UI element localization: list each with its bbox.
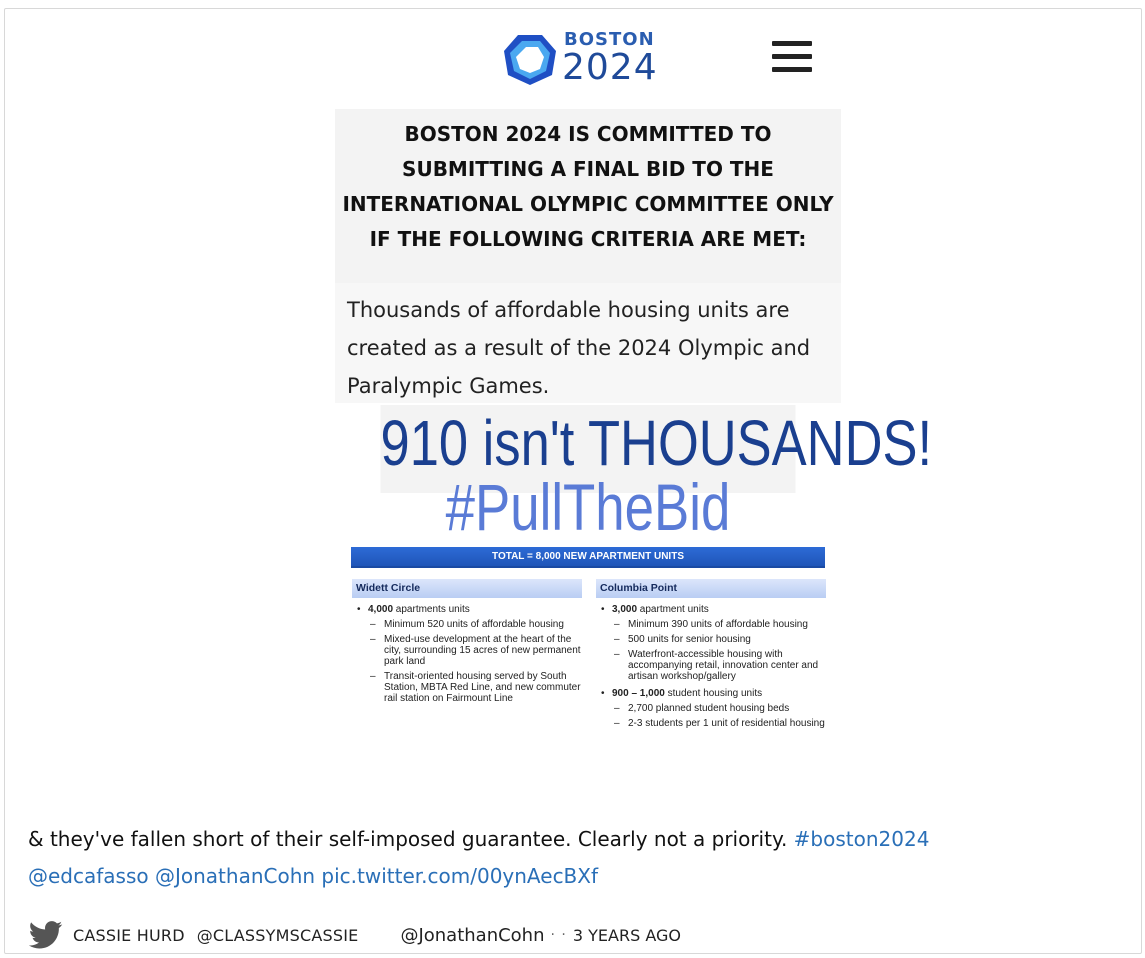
slogan-hashtag: #PullTheBid — [445, 470, 731, 544]
author-name[interactable]: CASSIE HURD — [73, 926, 185, 945]
bullet-item: 3,000 apartment units — [600, 604, 826, 615]
mention-link[interactable]: @JonathanCohn — [155, 864, 315, 888]
sub-item: 2,700 planned student housing beds — [614, 703, 826, 714]
widett-circle-column: Widett Circle 4,000 apartments units Min… — [352, 579, 582, 704]
sub-item: Minimum 520 units of affordable housing — [370, 619, 582, 630]
sub-item: 500 units for senior housing — [614, 634, 826, 645]
tweet-image[interactable]: BOSTON 2024 BOSTON 2024 IS COMMITTED TO … — [335, 21, 932, 761]
commitment-statement: BOSTON 2024 IS COMMITTED TO SUBMITTING A… — [335, 109, 841, 283]
columbia-point-column: Columbia Point 3,000 apartment units Min… — [596, 579, 826, 729]
twitter-bird-icon[interactable] — [29, 921, 63, 949]
pic-link[interactable]: pic.twitter.com/00ynAecBXf — [321, 864, 598, 888]
total-units-banner: TOTAL = 8,000 NEW APARTMENT UNITS — [351, 547, 825, 568]
criterion-text: Thousands of affordable housing units ar… — [335, 283, 841, 403]
tweet-body: & they've fallen short of their self-imp… — [28, 827, 794, 851]
separator-dots: · · — [550, 927, 567, 943]
hashtag-link[interactable]: #boston2024 — [794, 827, 930, 851]
logo-year: 2024 — [562, 47, 658, 88]
sub-item: 2-3 students per 1 unit of residential h… — [614, 718, 826, 729]
logo-mark-icon — [504, 35, 556, 85]
sub-item: Mixed-use development at the heart of th… — [370, 634, 582, 667]
reply-to-handle[interactable]: @JonathanCohn — [400, 925, 544, 946]
column-title: Widett Circle — [352, 579, 582, 598]
tweet-footer: CASSIE HURD @CLASSYMSCASSIE @JonathanCoh… — [29, 921, 681, 949]
sub-item: Minimum 390 units of affordable housing — [614, 619, 826, 630]
tweet-text: & they've fallen short of their self-imp… — [28, 821, 1128, 895]
timestamp[interactable]: 3 YEARS AGO — [573, 926, 681, 945]
bullet-item: 4,000 apartments units — [356, 604, 582, 615]
author-handle[interactable]: @CLASSYMSCASSIE — [197, 926, 359, 945]
column-title: Columbia Point — [596, 579, 826, 598]
tweet-card: BOSTON 2024 BOSTON 2024 IS COMMITTED TO … — [4, 8, 1142, 954]
hamburger-menu-icon[interactable] — [772, 41, 812, 77]
boston-2024-logo: BOSTON 2024 — [500, 29, 670, 91]
sub-item: Transit-oriented housing served by South… — [370, 671, 582, 704]
mention-link[interactable]: @edcafasso — [28, 864, 149, 888]
sub-item: Waterfront-accessible housing with accom… — [614, 649, 826, 682]
bullet-item: 900 – 1,000 student housing units — [600, 688, 826, 699]
